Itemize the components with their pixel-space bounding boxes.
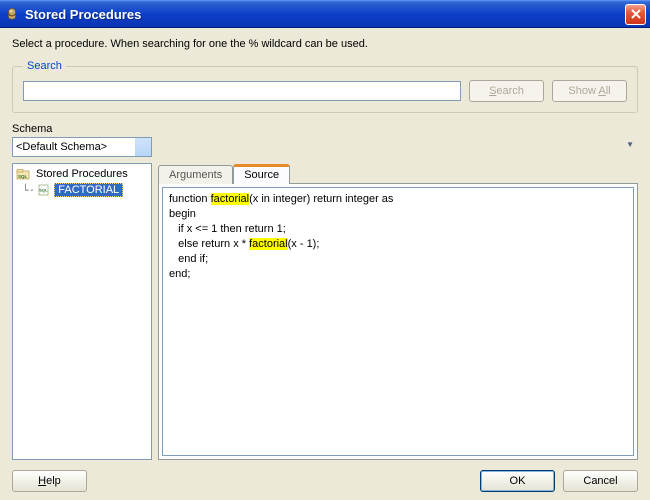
- dialog-button-bar: Help OK Cancel: [12, 470, 638, 492]
- schema-label: Schema: [12, 123, 638, 135]
- procedure-sql-icon: SQL: [37, 183, 51, 197]
- dialog-content: Select a procedure. When searching for o…: [0, 28, 650, 500]
- svg-text:SQL: SQL: [18, 174, 28, 179]
- show-all-button[interactable]: Show All: [552, 80, 627, 102]
- search-legend: Search: [23, 60, 66, 72]
- svg-text:SQL: SQL: [40, 188, 49, 193]
- tab-source[interactable]: Source: [233, 164, 290, 184]
- search-button[interactable]: Search: [469, 80, 544, 102]
- folder-sql-icon: SQL: [16, 167, 30, 181]
- tree-item-label: FACTORIAL: [54, 183, 123, 197]
- highlight: factorial: [249, 238, 288, 250]
- tree-line-icon: └·: [22, 184, 35, 197]
- search-group: Search Search Show All: [12, 60, 638, 113]
- tab-source-panel: function factorial(x in integer) return …: [158, 183, 638, 460]
- schema-select[interactable]: <Default Schema>: [12, 137, 152, 157]
- titlebar: Stored Procedures: [0, 0, 650, 28]
- tree-item[interactable]: └· SQL FACTORIAL: [22, 183, 148, 197]
- app-icon: [4, 6, 20, 22]
- tab-arguments[interactable]: Arguments: [158, 165, 233, 184]
- source-code-view[interactable]: function factorial(x in integer) return …: [162, 187, 634, 456]
- help-button[interactable]: Help: [12, 470, 87, 492]
- window-title: Stored Procedures: [25, 7, 625, 22]
- ok-button[interactable]: OK: [480, 470, 555, 492]
- tab-bar: Arguments Source: [158, 163, 638, 183]
- cancel-button[interactable]: Cancel: [563, 470, 638, 492]
- tree-root[interactable]: SQL Stored Procedures: [16, 167, 148, 181]
- procedure-tree[interactable]: SQL Stored Procedures └· SQL FACTORIAL: [12, 163, 152, 460]
- instruction-text: Select a procedure. When searching for o…: [12, 38, 638, 50]
- search-input[interactable]: [23, 81, 461, 101]
- close-button[interactable]: [625, 4, 646, 25]
- tree-root-label: Stored Procedures: [36, 168, 128, 180]
- highlight: factorial: [211, 193, 250, 205]
